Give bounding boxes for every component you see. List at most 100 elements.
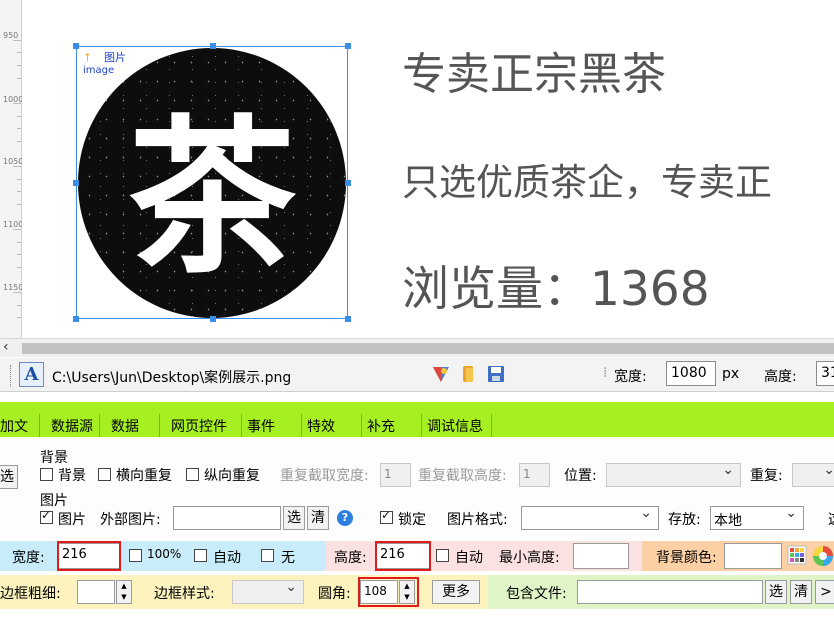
external-clear-button[interactable]: 清 bbox=[307, 506, 329, 530]
resize-handle[interactable] bbox=[345, 316, 351, 322]
palette-icon[interactable] bbox=[787, 545, 807, 565]
percent-checkbox[interactable] bbox=[129, 549, 142, 562]
min-height-label: 最小高度: bbox=[499, 550, 560, 566]
width-none-checkbox[interactable] bbox=[261, 549, 274, 562]
include-file-input[interactable] bbox=[577, 580, 763, 604]
repeat-y-checkbox[interactable] bbox=[186, 468, 199, 481]
min-height-input[interactable] bbox=[573, 543, 629, 569]
crop-height-label: 重复截取高度: bbox=[418, 468, 507, 484]
crop-width-label: 重复截取宽度: bbox=[280, 468, 369, 484]
tab-add-text[interactable]: 加文本 bbox=[0, 414, 40, 455]
vertical-ruler: 950 1000 1050 1100 1150 bbox=[0, 0, 24, 340]
bgcolor-input[interactable] bbox=[724, 543, 782, 569]
bgcolor-label: 背景颜色: bbox=[656, 550, 717, 566]
highlight-box bbox=[358, 577, 419, 607]
percent-label: 100% bbox=[147, 547, 182, 561]
border-style-select[interactable] bbox=[232, 579, 304, 604]
unit-label: px bbox=[722, 366, 740, 382]
tab-datasource[interactable]: 数据源 bbox=[40, 414, 100, 437]
include-clear-button[interactable]: 清 bbox=[790, 580, 812, 604]
lock-label: 锁定 bbox=[398, 512, 426, 528]
file-path: C:\Users\Jun\Desktop\案例展示.png bbox=[52, 370, 292, 386]
crop-width-input[interactable]: 1 bbox=[380, 463, 411, 487]
lock-checkbox[interactable] bbox=[380, 508, 393, 524]
design-canvas[interactable]: 茶 ↑ 图片 image 专卖正宗黑茶 只选优质茶企，专卖正 浏览量：1368 bbox=[22, 0, 834, 338]
store-select[interactable]: 本地 bbox=[710, 505, 804, 530]
width-label: 宽度: bbox=[12, 550, 45, 566]
canvas-height-input[interactable]: 31 bbox=[816, 361, 834, 386]
width-auto-label: 自动 bbox=[213, 550, 241, 566]
image-group-label: 图片 bbox=[40, 493, 68, 509]
height-auto-checkbox[interactable] bbox=[436, 549, 449, 562]
anchor-icon: ↑ bbox=[83, 51, 93, 64]
ruler-label: 1150 bbox=[3, 283, 24, 292]
canvas-width-label: 宽度: bbox=[614, 369, 647, 385]
tab-events[interactable]: 事件 bbox=[242, 414, 302, 437]
crop-height-input[interactable]: 1 bbox=[519, 463, 550, 487]
folder-icon[interactable] bbox=[458, 364, 478, 384]
canvas-height-label: 高度: bbox=[764, 369, 797, 385]
scroll-left-icon[interactable]: ‹ bbox=[3, 339, 9, 355]
resize-handle[interactable] bbox=[345, 180, 351, 186]
external-image-input[interactable] bbox=[173, 506, 281, 530]
horizontal-scrollbar[interactable]: ‹ bbox=[0, 338, 834, 357]
tab-supplement[interactable]: 补充 bbox=[362, 414, 422, 437]
background-checkbox[interactable] bbox=[40, 468, 53, 481]
external-select-button[interactable]: 选 bbox=[283, 506, 305, 530]
image-checkbox[interactable] bbox=[40, 508, 53, 524]
repeat-y-label: 纵向重复 bbox=[204, 468, 260, 484]
position-select[interactable] bbox=[606, 462, 741, 487]
border-thickness-spinner[interactable]: ▲ ▼ bbox=[116, 580, 132, 604]
views-text[interactable]: 浏览量：1368 bbox=[402, 250, 710, 319]
width-auto-checkbox[interactable] bbox=[194, 549, 207, 562]
resize-handle[interactable] bbox=[210, 316, 216, 322]
ruler-label: 1050 bbox=[3, 157, 24, 166]
left-select-button[interactable]: 选 bbox=[0, 465, 18, 489]
tab-strip-band bbox=[0, 402, 834, 414]
include-next-button[interactable]: > bbox=[815, 580, 834, 604]
tab-debug-info[interactable]: 调试信息 bbox=[422, 414, 492, 437]
text-tool-icon[interactable]: A bbox=[19, 362, 44, 387]
store-label: 存放: bbox=[668, 512, 701, 528]
ruler-label: 950 bbox=[3, 31, 19, 40]
resize-handle[interactable] bbox=[345, 43, 351, 49]
border-thickness-label: 边框粗细: bbox=[0, 586, 61, 602]
resize-handle[interactable] bbox=[73, 180, 79, 186]
resize-handle[interactable] bbox=[73, 316, 79, 322]
tab-web-controls[interactable]: 网页控件 bbox=[160, 414, 242, 437]
subline-text[interactable]: 只选优质茶企，专卖正 bbox=[402, 152, 772, 206]
save-icon[interactable] bbox=[486, 364, 506, 384]
resize-handle[interactable] bbox=[210, 43, 216, 49]
tab-data[interactable]: 数据 bbox=[100, 414, 160, 437]
scroll-thumb[interactable] bbox=[22, 343, 834, 354]
help-icon[interactable]: ? bbox=[337, 510, 353, 526]
selection-frame[interactable] bbox=[73, 43, 351, 322]
more-button[interactable]: 更多 bbox=[432, 580, 480, 604]
height-auto-label: 自动 bbox=[455, 550, 483, 566]
height-label: 高度: bbox=[334, 550, 367, 566]
background-group-label: 背景 bbox=[40, 450, 68, 466]
background-checkbox-label: 背景 bbox=[58, 468, 86, 484]
toolbar-grip[interactable] bbox=[10, 365, 13, 387]
image-format-label: 图片格式: bbox=[447, 512, 508, 528]
color-wheel-icon[interactable] bbox=[812, 545, 834, 567]
image-format-select[interactable] bbox=[521, 505, 659, 530]
radius-label: 圆角: bbox=[318, 586, 351, 602]
repeat-x-label: 横向重复 bbox=[116, 468, 172, 484]
element-tag-cn: 图片 bbox=[104, 51, 126, 64]
border-style-label: 边框样式: bbox=[154, 586, 215, 602]
resize-handle[interactable] bbox=[73, 43, 79, 49]
border-thickness-input[interactable] bbox=[77, 580, 115, 604]
color-picker-icon[interactable] bbox=[431, 364, 451, 384]
ruler-label: 1100 bbox=[3, 220, 24, 229]
repeat-x-checkbox[interactable] bbox=[98, 468, 111, 481]
canvas-width-input[interactable]: 1080 bbox=[666, 361, 716, 386]
include-select-button[interactable]: 选 bbox=[765, 580, 787, 604]
tab-effects[interactable]: 特效 bbox=[302, 414, 362, 437]
headline-text[interactable]: 专卖正宗黑茶 bbox=[402, 38, 666, 102]
extra-label: 这 bbox=[828, 509, 834, 529]
image-checkbox-label: 图片 bbox=[58, 512, 86, 528]
position-label: 位置: bbox=[564, 468, 597, 484]
width-none-label: 无 bbox=[281, 550, 295, 566]
repeat-select[interactable] bbox=[792, 462, 834, 487]
